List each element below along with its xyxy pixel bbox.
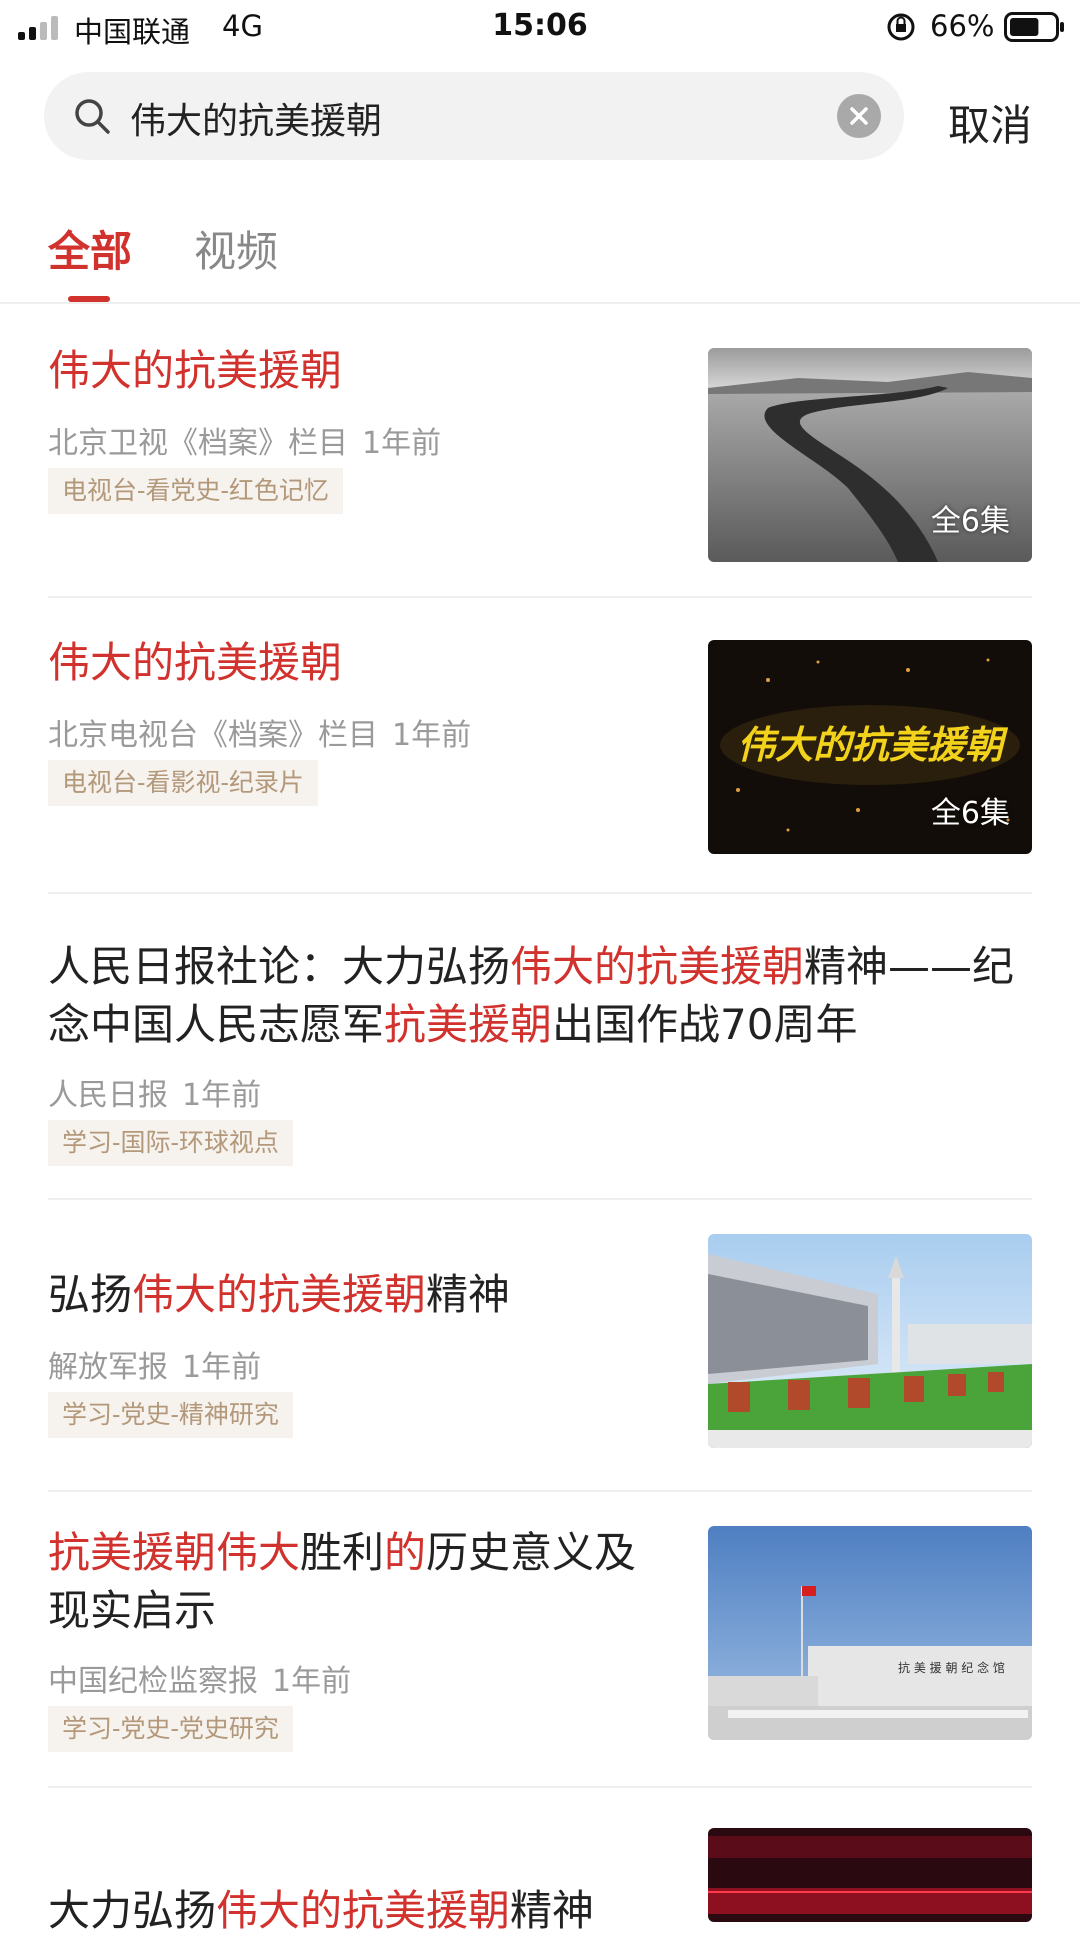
- clock: 15:06: [492, 8, 588, 43]
- tab-all[interactable]: 全部: [48, 218, 132, 279]
- title-line-1: 人民日报社论：大力弘扬伟大的抗美援朝精神——纪: [48, 938, 1032, 996]
- result-title[interactable]: 弘扬伟大的抗美援朝精神: [48, 1266, 628, 1324]
- search-input[interactable]: 伟大的抗美援朝: [44, 72, 904, 160]
- title-text: 精神: [426, 1270, 511, 1319]
- title-highlight: 伟大的抗美援朝: [48, 346, 343, 395]
- title-highlight: 伟大的抗美援朝: [48, 638, 343, 687]
- result-tag[interactable]: 学习-党史-精神研究: [48, 1392, 293, 1438]
- item-divider: [48, 1198, 1032, 1200]
- result-thumbnail[interactable]: 抗 美 援 朝 纪 念 馆: [708, 1526, 1032, 1740]
- episode-count: 全6集: [930, 504, 1010, 539]
- battery-percentage: 66%: [930, 9, 995, 43]
- active-tab-indicator: [68, 296, 110, 302]
- result-item-2[interactable]: 伟大的抗美援朝 北京电视台《档案》栏目 1年前 电视台-看影视-纪录片 伟大的抗美…: [48, 628, 1032, 894]
- result-thumbnail[interactable]: 全6集: [708, 348, 1032, 562]
- title-text: 胜利: [300, 1528, 385, 1577]
- result-title[interactable]: 大力弘扬伟大的抗美援朝精神: [48, 1882, 648, 1940]
- title-line-1: 抗美援朝伟大胜利的历史意义及: [48, 1524, 648, 1582]
- result-time: 1年前: [182, 1078, 262, 1113]
- result-time: 1年前: [182, 1350, 262, 1385]
- result-tag[interactable]: 学习-党史-党史研究: [48, 1706, 293, 1752]
- search-query[interactable]: 伟大的抗美援朝: [130, 92, 382, 144]
- thumbnail-image: [708, 1234, 1032, 1448]
- title-line-2: 现实启示: [48, 1582, 648, 1640]
- result-title[interactable]: 抗美援朝伟大胜利的历史意义及 现实启示: [48, 1524, 648, 1640]
- result-tag[interactable]: 电视台-看影视-纪录片: [48, 760, 318, 806]
- title-text: 出国作战70周年: [552, 1000, 858, 1049]
- title-text: 现实启示: [48, 1586, 217, 1635]
- result-time: 1年前: [272, 1664, 352, 1699]
- title-text: 历史意义及: [426, 1528, 637, 1577]
- result-item-1[interactable]: 伟大的抗美援朝 北京卫视《档案》栏目 1年前 电视台-看党史-红色记忆 全6集: [48, 336, 1032, 598]
- result-source: 中国纪检监察报: [48, 1664, 258, 1699]
- result-item-6[interactable]: 大力弘扬伟大的抗美援朝精神: [48, 1818, 1032, 1935]
- thumbnail-image: 抗 美 援 朝 纪 念 馆: [708, 1526, 1032, 1740]
- result-source: 解放军报: [48, 1350, 168, 1385]
- result-source: 人民日报: [48, 1078, 168, 1113]
- result-title[interactable]: 人民日报社论：大力弘扬伟大的抗美援朝精神——纪 念中国人民志愿军抗美援朝出国作战…: [48, 938, 1032, 1054]
- rotation-lock-icon: [887, 13, 915, 41]
- result-title[interactable]: 伟大的抗美援朝: [48, 342, 628, 400]
- thumbnail-caption: 伟大的抗美援朝: [737, 723, 1009, 767]
- result-tabs: 全部 视频: [0, 200, 1080, 304]
- result-source: 北京电视台《档案》栏目: [48, 718, 378, 753]
- result-thumbnail[interactable]: [708, 1234, 1032, 1448]
- result-tag[interactable]: 学习-国际-环球视点: [48, 1120, 293, 1166]
- title-highlight: 伟大的抗美援朝: [216, 1886, 511, 1935]
- result-time: 1年前: [362, 426, 442, 461]
- result-meta: 中国纪检监察报 1年前: [48, 1656, 351, 1700]
- svg-text:抗 美 援 朝 纪 念 馆: 抗 美 援 朝 纪 念 馆: [898, 1660, 1005, 1675]
- title-line-2: 念中国人民志愿军抗美援朝出国作战70周年: [48, 996, 1032, 1054]
- result-tag[interactable]: 电视台-看党史-红色记忆: [48, 468, 343, 514]
- title-highlight: 伟大的抗美援朝: [510, 942, 805, 991]
- title-text: 弘扬: [48, 1270, 133, 1319]
- title-text: 大力弘扬: [48, 1886, 217, 1935]
- search-row: 伟大的抗美援朝 取消: [0, 72, 1080, 164]
- item-divider: [48, 596, 1032, 598]
- title-text: 念中国人民志愿军: [48, 1000, 385, 1049]
- item-divider: [48, 1490, 1032, 1492]
- result-time: 1年前: [392, 718, 472, 753]
- result-item-5[interactable]: 抗美援朝伟大胜利的历史意义及 现实启示 中国纪检监察报 1年前 学习-党史-党史研…: [48, 1496, 1032, 1788]
- result-item-4[interactable]: 弘扬伟大的抗美援朝精神 解放军报 1年前 学习-党史-精神研究: [48, 1230, 1032, 1492]
- result-thumbnail[interactable]: [708, 1828, 1032, 1922]
- status-bar: 中国联通 4G 15:06 66%: [0, 0, 1080, 56]
- title-highlight: 抗美援朝伟大: [48, 1528, 301, 1577]
- title-highlight: 伟大的抗美援朝: [132, 1270, 427, 1319]
- result-item-3[interactable]: 人民日报社论：大力弘扬伟大的抗美援朝精神——纪 念中国人民志愿军抗美援朝出国作战…: [48, 924, 1032, 1206]
- clear-search-button[interactable]: [837, 94, 881, 138]
- search-icon: [75, 99, 110, 134]
- result-meta: 解放军报 1年前: [48, 1342, 261, 1386]
- close-icon: [850, 107, 868, 125]
- thumbnail-image: [708, 1828, 1032, 1922]
- result-source: 北京卫视《档案》栏目: [48, 426, 348, 461]
- item-divider: [48, 1786, 1032, 1788]
- result-meta: 人民日报 1年前: [48, 1070, 261, 1114]
- result-meta: 北京电视台《档案》栏目 1年前: [48, 710, 471, 754]
- tab-video[interactable]: 视频: [194, 218, 278, 279]
- battery-icon: [1004, 12, 1064, 42]
- result-title[interactable]: 伟大的抗美援朝: [48, 634, 628, 692]
- item-divider: [48, 892, 1032, 894]
- episode-count: 全6集: [930, 796, 1010, 831]
- title-text: 精神——纪: [804, 942, 1015, 991]
- result-thumbnail[interactable]: 伟大的抗美援朝 全6集: [708, 640, 1032, 854]
- title-highlight: 抗美援朝: [384, 1000, 553, 1049]
- title-text: 精神: [510, 1886, 595, 1935]
- cancel-button[interactable]: 取消: [948, 92, 1032, 153]
- title-text: 人民日报社论：大力弘扬: [48, 942, 511, 991]
- title-highlight: 的: [384, 1528, 427, 1577]
- result-meta: 北京卫视《档案》栏目 1年前: [48, 418, 441, 462]
